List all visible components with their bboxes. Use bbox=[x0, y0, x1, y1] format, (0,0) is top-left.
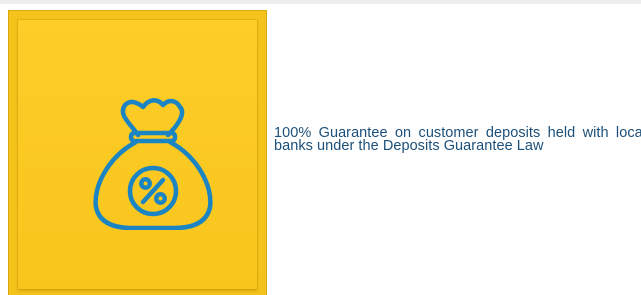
feature-tile bbox=[8, 10, 267, 295]
money-bag-percent-icon bbox=[88, 95, 218, 230]
feature-card: 100% Guarantee on customer deposits held… bbox=[0, 4, 641, 295]
feature-tile-face bbox=[18, 20, 257, 289]
page: 100% Guarantee on customer deposits held… bbox=[0, 0, 641, 295]
feature-description: 100% Guarantee on customer deposits held… bbox=[274, 125, 641, 154]
